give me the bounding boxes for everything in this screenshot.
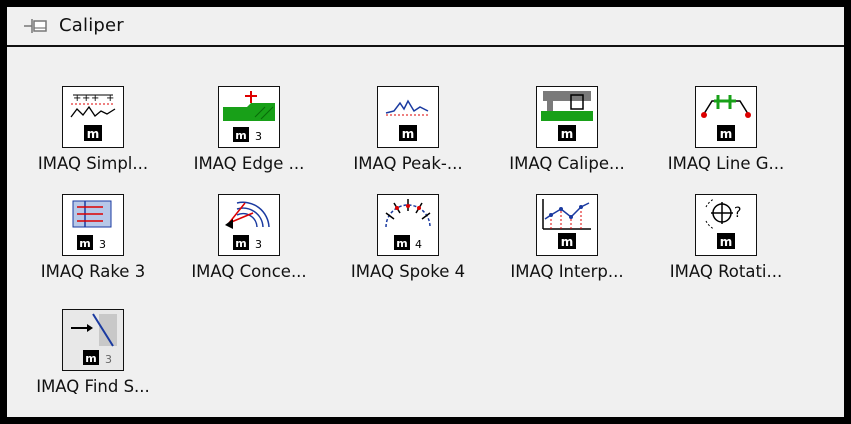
svg-text:+: + bbox=[91, 93, 99, 104]
interpolate-icon: m bbox=[536, 194, 598, 256]
line-gauge-icon: m bbox=[695, 86, 757, 148]
svg-text:m: m bbox=[396, 237, 407, 250]
peak-valley-icon: m bbox=[377, 86, 439, 148]
svg-text:3: 3 bbox=[99, 238, 106, 251]
palette-item-imaq-line-gauge[interactable]: m IMAQ Line G... bbox=[646, 86, 806, 173]
pin-icon[interactable] bbox=[23, 17, 49, 35]
palette-item-imaq-concentric-rake[interactable]: m 3 IMAQ Conce... bbox=[169, 194, 329, 281]
palette-item-label: IMAQ Rotati... bbox=[669, 262, 783, 281]
svg-text:m: m bbox=[87, 127, 100, 141]
palette-item-imaq-rotation-detect[interactable]: ? m IMAQ Rotati... bbox=[646, 194, 806, 281]
palette-item-label: IMAQ Peak-... bbox=[353, 154, 463, 173]
svg-text:m: m bbox=[235, 237, 246, 250]
svg-text:3: 3 bbox=[105, 353, 112, 366]
svg-text:m: m bbox=[720, 235, 733, 249]
svg-text:3: 3 bbox=[255, 130, 262, 143]
palette-item-imaq-rake[interactable]: m 3 IMAQ Rake 3 bbox=[13, 194, 173, 281]
palette-item-label: IMAQ Find S... bbox=[36, 377, 150, 396]
palette-item-label: IMAQ Interp... bbox=[510, 262, 624, 281]
svg-text:m: m bbox=[402, 127, 415, 141]
svg-text:m: m bbox=[85, 352, 96, 365]
svg-text:+: + bbox=[82, 93, 90, 104]
svg-text:m: m bbox=[561, 127, 574, 141]
caliper-palette: Caliper + + + + m IMAQ Simpl... m 3 IMAQ… bbox=[7, 7, 844, 417]
palette-item-imaq-interpolate[interactable]: m IMAQ Interp... bbox=[487, 194, 647, 281]
palette-titlebar: Caliper bbox=[7, 7, 844, 47]
palette-item-label: IMAQ Calipe... bbox=[509, 154, 625, 173]
rake-icon: m 3 bbox=[62, 194, 124, 256]
svg-text:m: m bbox=[235, 129, 246, 142]
palette-item-imaq-find-straight-edge[interactable]: m 3 IMAQ Find S... bbox=[13, 309, 173, 396]
palette-item-label: IMAQ Rake 3 bbox=[40, 262, 146, 281]
svg-text:+: + bbox=[106, 93, 114, 104]
palette-item-label: IMAQ Spoke 4 bbox=[350, 262, 466, 281]
edge-tool-icon: m 3 bbox=[218, 86, 280, 148]
concentric-rake-icon: m 3 bbox=[218, 194, 280, 256]
rotation-detect-icon: ? m bbox=[695, 194, 757, 256]
svg-text:+: + bbox=[73, 93, 81, 104]
svg-text:4: 4 bbox=[415, 238, 422, 251]
palette-item-imaq-simple-edge[interactable]: + + + + m IMAQ Simpl... bbox=[13, 86, 173, 173]
svg-text:m: m bbox=[720, 127, 733, 141]
palette-item-label: IMAQ Line G... bbox=[667, 154, 785, 173]
find-straight-edge-icon: m 3 bbox=[62, 309, 124, 371]
simple-edge-icon: + + + + m bbox=[62, 86, 124, 148]
svg-text:3: 3 bbox=[255, 238, 262, 251]
caliper-tool-icon: m bbox=[536, 86, 598, 148]
palette-item-imaq-edge-tool[interactable]: m 3 IMAQ Edge ... bbox=[169, 86, 329, 173]
palette-title: Caliper bbox=[59, 15, 124, 36]
palette-item-label: IMAQ Simpl... bbox=[37, 154, 149, 173]
palette-item-imaq-spoke[interactable]: m 4 IMAQ Spoke 4 bbox=[328, 194, 488, 281]
svg-text:m: m bbox=[561, 235, 574, 249]
palette-item-label: IMAQ Edge ... bbox=[193, 154, 305, 173]
palette-item-imaq-peak-valley[interactable]: m IMAQ Peak-... bbox=[328, 86, 488, 173]
spoke-icon: m 4 bbox=[377, 194, 439, 256]
svg-text:?: ? bbox=[734, 205, 741, 221]
svg-text:m: m bbox=[79, 237, 90, 250]
palette-item-label: IMAQ Conce... bbox=[191, 262, 307, 281]
palette-item-imaq-caliper-tool[interactable]: m IMAQ Calipe... bbox=[487, 86, 647, 173]
